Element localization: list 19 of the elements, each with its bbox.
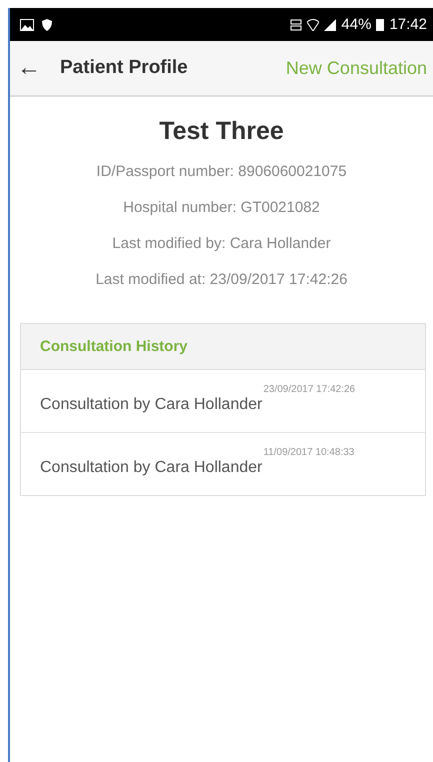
- timestamp: 11/09/2017 10:48:33: [263, 447, 354, 458]
- patient-name: Test Three: [159, 117, 284, 146]
- patient-detail: Hospital number: GT0021082: [123, 198, 320, 218]
- timestamp: 23/09/2017 17:42:26: [263, 384, 356, 395]
- wifi-icon: [307, 18, 320, 30]
- clock: 17:42: [389, 16, 427, 33]
- consultation-label: Consultation by Cara Hollander: [40, 396, 262, 414]
- back-button[interactable]: ←: [14, 54, 44, 82]
- battery-percent: 44%: [341, 16, 372, 33]
- patient-detail: ID/Passport number: 8906060021075: [96, 162, 347, 182]
- page-title: Patient Profile: [60, 57, 189, 79]
- patient-detail: Last modified at: 23/09/2017 17:42:26: [96, 270, 348, 290]
- signal-icon: [324, 18, 336, 30]
- battery-icon: [376, 18, 384, 31]
- consultation-label: Consultation by Cara Hollander: [40, 459, 262, 477]
- image-icon: [20, 18, 34, 30]
- patient-detail: Last modified by: Cara Hollander: [112, 234, 331, 254]
- section-header: Consultation History: [21, 324, 425, 370]
- shield-icon: [42, 18, 52, 30]
